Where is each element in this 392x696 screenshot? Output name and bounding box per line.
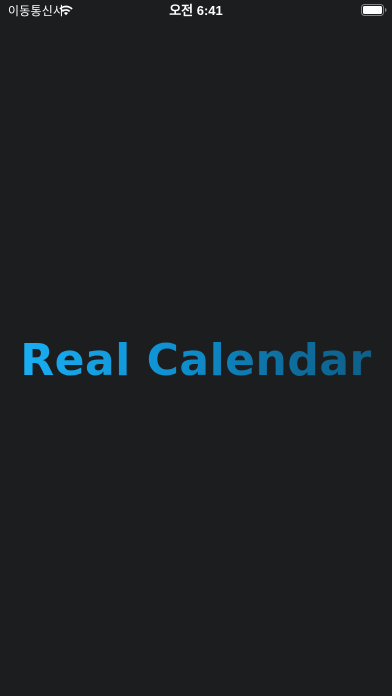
- status-bar: 이동통신사 오전 6:41: [0, 0, 392, 22]
- splash-screen: Real Calendar: [0, 326, 392, 396]
- battery-icon: [361, 4, 387, 16]
- status-time: 오전 6:41: [169, 3, 223, 18]
- app-title: Real Calendar: [20, 335, 372, 386]
